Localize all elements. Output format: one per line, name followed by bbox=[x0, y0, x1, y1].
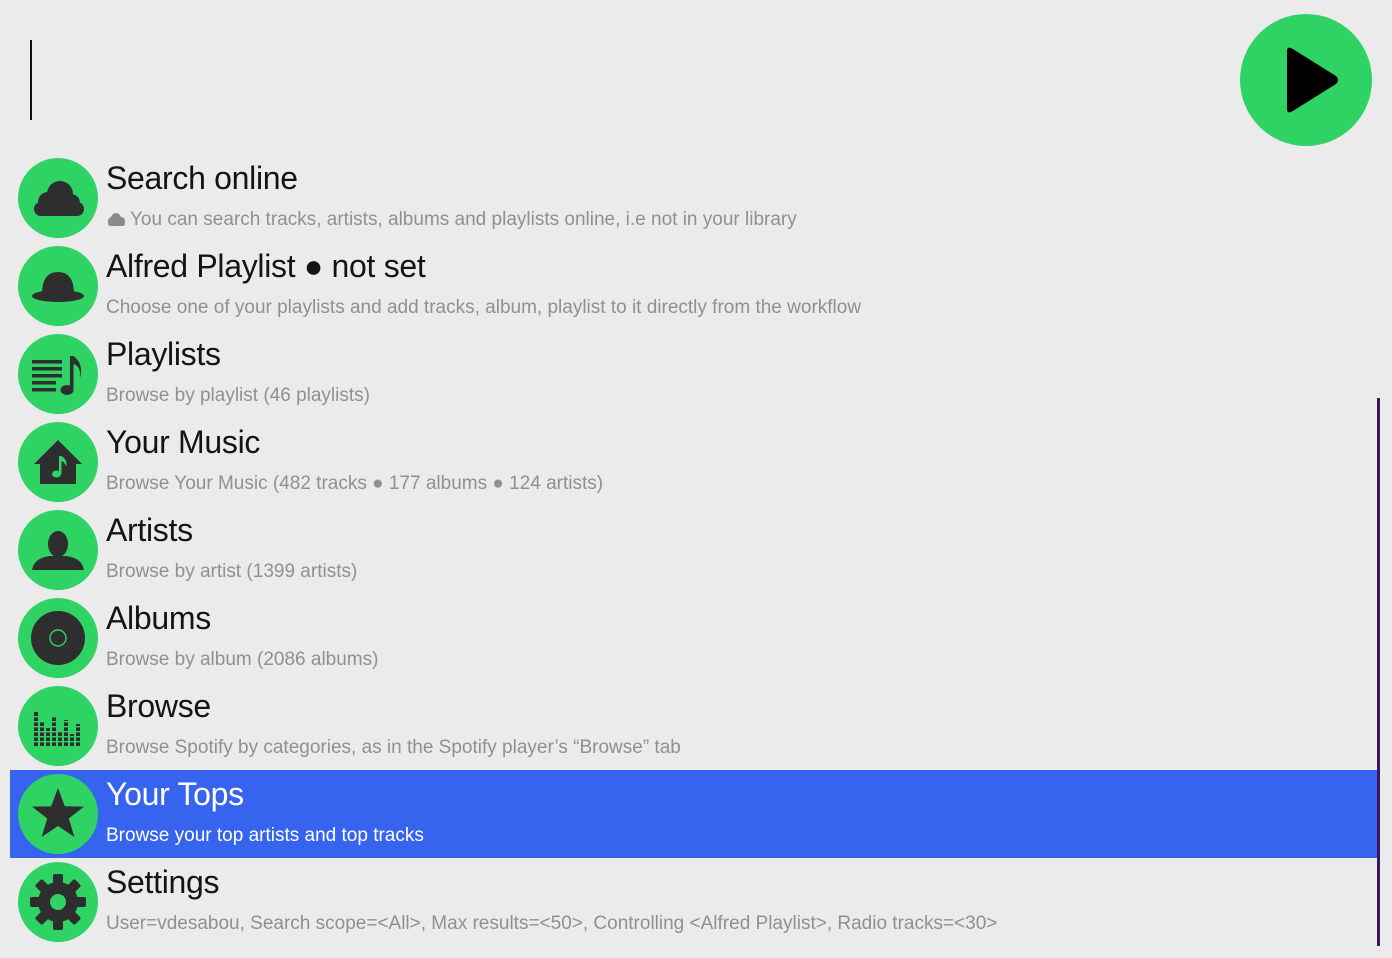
result-title: Albums bbox=[106, 600, 211, 636]
result-subtitle: Browse by artist (1399 artists) bbox=[106, 561, 358, 582]
gear-icon bbox=[18, 862, 98, 942]
equalizer-icon bbox=[18, 686, 98, 766]
result-title: Browse bbox=[106, 688, 211, 724]
result-albums[interactable]: Albums Browse by album (2086 albums) bbox=[10, 594, 1378, 682]
play-icon[interactable] bbox=[1240, 14, 1372, 146]
star-icon bbox=[18, 774, 98, 854]
result-title: Search online bbox=[106, 160, 298, 196]
result-title: Artists bbox=[106, 512, 193, 548]
result-subtitle: User=vdesabou, Search scope=<All>, Max r… bbox=[106, 913, 998, 934]
result-subtitle: Browse by playlist (46 playlists) bbox=[106, 385, 370, 406]
result-artists[interactable]: Artists Browse by artist (1399 artists) bbox=[10, 506, 1378, 594]
result-settings[interactable]: Settings User=vdesabou, Search scope=<Al… bbox=[10, 858, 1378, 946]
result-title: Playlists bbox=[106, 336, 221, 372]
result-title: Settings bbox=[106, 864, 220, 900]
result-title: Alfred Playlist ● not set bbox=[106, 248, 426, 284]
result-subtitle: Browse your top artists and top tracks bbox=[106, 825, 424, 846]
search-bar bbox=[0, 0, 1392, 150]
person-icon bbox=[18, 510, 98, 590]
result-subtitle: Browse Your Music (482 tracks ● 177 albu… bbox=[106, 473, 604, 494]
text-caret bbox=[30, 40, 32, 120]
music-house-icon bbox=[18, 422, 98, 502]
search-input[interactable] bbox=[36, 40, 1220, 122]
result-your-music[interactable]: Your Music Browse Your Music (482 tracks… bbox=[10, 418, 1378, 506]
result-title: Your Music bbox=[106, 424, 261, 460]
cloud-icon bbox=[18, 158, 98, 238]
result-subtitle: You can search tracks, artists, albums a… bbox=[130, 209, 797, 230]
playlist-icon bbox=[18, 334, 98, 414]
result-alfred-playlist[interactable]: Alfred Playlist ● not set Choose one of … bbox=[10, 242, 1378, 330]
bowler-hat-icon bbox=[18, 246, 98, 326]
vinyl-icon bbox=[18, 598, 98, 678]
result-title: Your Tops bbox=[106, 776, 244, 812]
result-your-tops[interactable]: Your Tops Browse your top artists and to… bbox=[10, 770, 1378, 858]
result-search-online[interactable]: Search online You can search tracks, art… bbox=[10, 154, 1378, 242]
result-subtitle: Browse Spotify by categories, as in the … bbox=[106, 737, 681, 758]
result-subtitle-container: You can search tracks, artists, albums a… bbox=[106, 209, 797, 231]
small-cloud-icon bbox=[108, 213, 125, 227]
result-subtitle: Browse by album (2086 albums) bbox=[106, 649, 379, 670]
results-list: Search online You can search tracks, art… bbox=[10, 154, 1378, 946]
result-browse[interactable]: Browse Browse Spotify by categories, as … bbox=[10, 682, 1378, 770]
result-subtitle: Choose one of your playlists and add tra… bbox=[106, 297, 862, 318]
result-playlists[interactable]: Playlists Browse by playlist (46 playlis… bbox=[10, 330, 1378, 418]
scrollbar[interactable] bbox=[1377, 398, 1380, 946]
